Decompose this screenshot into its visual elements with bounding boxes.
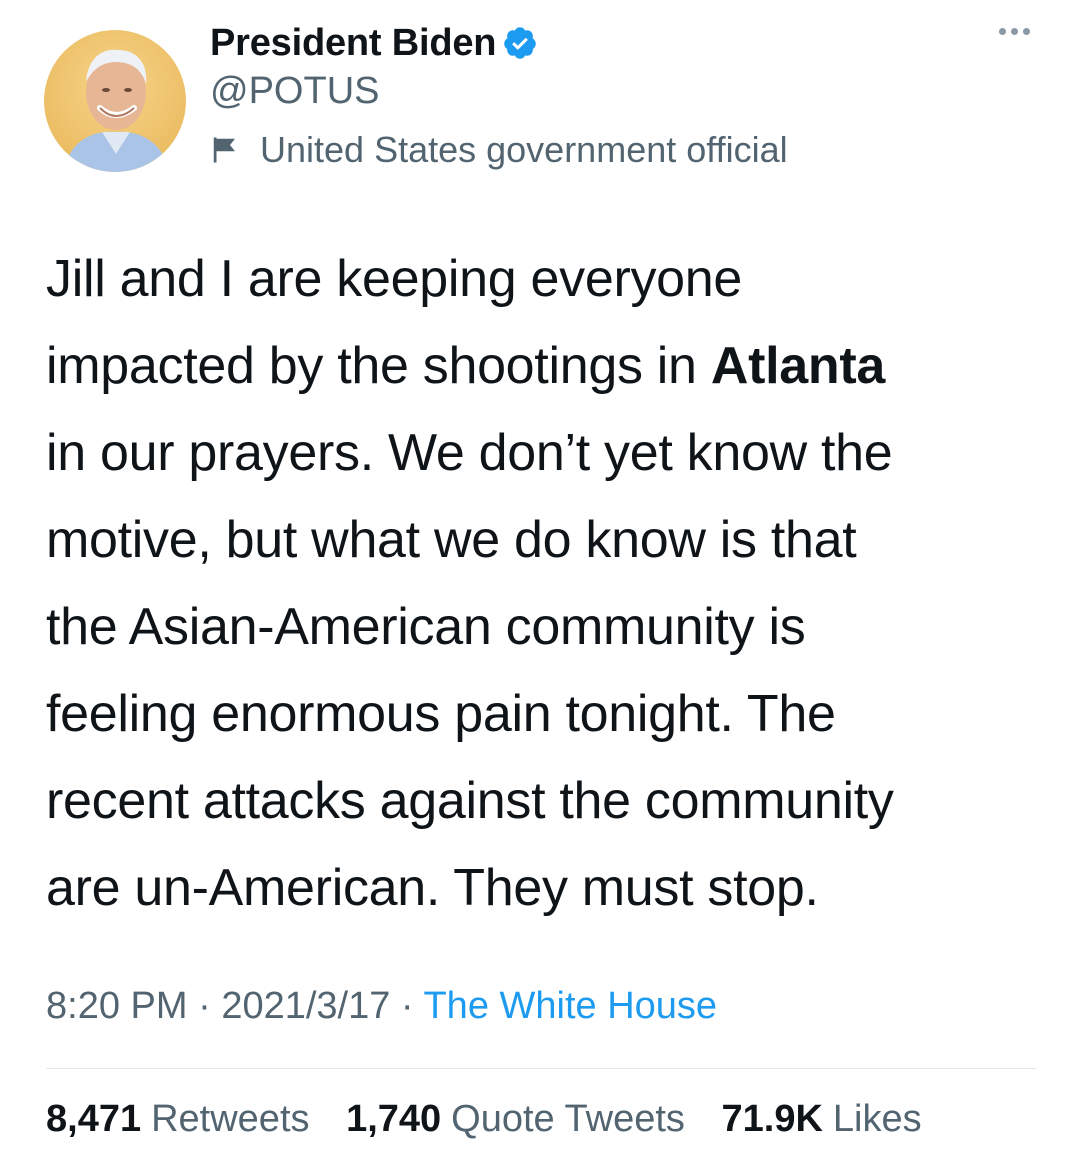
tweet-line: the Asian-American community is — [46, 598, 806, 656]
retweets-stat[interactable]: 8,471 Retweets — [46, 1098, 310, 1140]
dot — [999, 28, 1006, 35]
likes-count: 71.9K — [721, 1098, 823, 1140]
tweet-source-link[interactable]: The White House — [423, 985, 717, 1027]
more-options-icon[interactable] — [999, 28, 1030, 35]
tweet-line: in our prayers. We don’t yet know the — [46, 424, 893, 482]
quote-tweets-count: 1,740 — [346, 1098, 442, 1140]
tweet-stats: 8,471 Retweets 1,740 Quote Tweets 71.9K Lik… — [46, 1098, 948, 1141]
government-label-text: United States government official — [260, 129, 788, 170]
flag-icon — [210, 135, 240, 165]
meta-separator: · — [187, 985, 222, 1027]
handle[interactable]: @POTUS — [210, 68, 788, 114]
meta-separator: · — [390, 985, 424, 1027]
retweets-label: Retweets — [151, 1098, 310, 1140]
verified-badge-icon — [502, 25, 538, 61]
likes-stat[interactable]: 71.9K Likes — [722, 1098, 922, 1140]
hashtag-atlanta: Atlanta — [710, 337, 885, 395]
tweet: President Biden @POTUS United States gov… — [0, 0, 1080, 1165]
retweets-count: 8,471 — [46, 1098, 142, 1140]
likes-label: Likes — [832, 1098, 922, 1140]
avatar-image — [44, 30, 186, 172]
tweet-line: recent attacks against the community — [46, 772, 894, 830]
government-label[interactable]: United States government official — [210, 128, 788, 172]
divider — [46, 1068, 1036, 1069]
name-row: President Biden — [210, 20, 788, 66]
tweet-line-text: impacted by the shootings in — [46, 337, 711, 395]
tweet-time[interactable]: 8:20 PM — [46, 985, 188, 1027]
dot — [1011, 28, 1018, 35]
tweet-text: Jill and I are keeping everyone impacted… — [46, 236, 1046, 932]
author-block: President Biden @POTUS United States gov… — [210, 20, 788, 172]
tweet-date[interactable]: 2021/3/17 — [221, 985, 390, 1027]
tweet-line: Jill and I are keeping everyone — [46, 250, 743, 308]
tweet-line: impacted by the shootings in Atlanta — [46, 323, 1046, 410]
quote-tweets-stat[interactable]: 1,740 Quote Tweets — [346, 1098, 685, 1140]
tweet-line: motive, but what we do know is that — [46, 511, 857, 569]
avatar[interactable] — [44, 30, 186, 172]
quote-tweets-label: Quote Tweets — [451, 1098, 685, 1140]
dot — [1023, 28, 1030, 35]
tweet-line: are un-American. They must stop. — [46, 859, 819, 917]
tweet-line: feeling enormous pain tonight. The — [46, 685, 836, 743]
tweet-meta: 8:20 PM · 2021/3/17 · The White House — [46, 985, 717, 1028]
display-name[interactable]: President Biden — [210, 22, 496, 65]
